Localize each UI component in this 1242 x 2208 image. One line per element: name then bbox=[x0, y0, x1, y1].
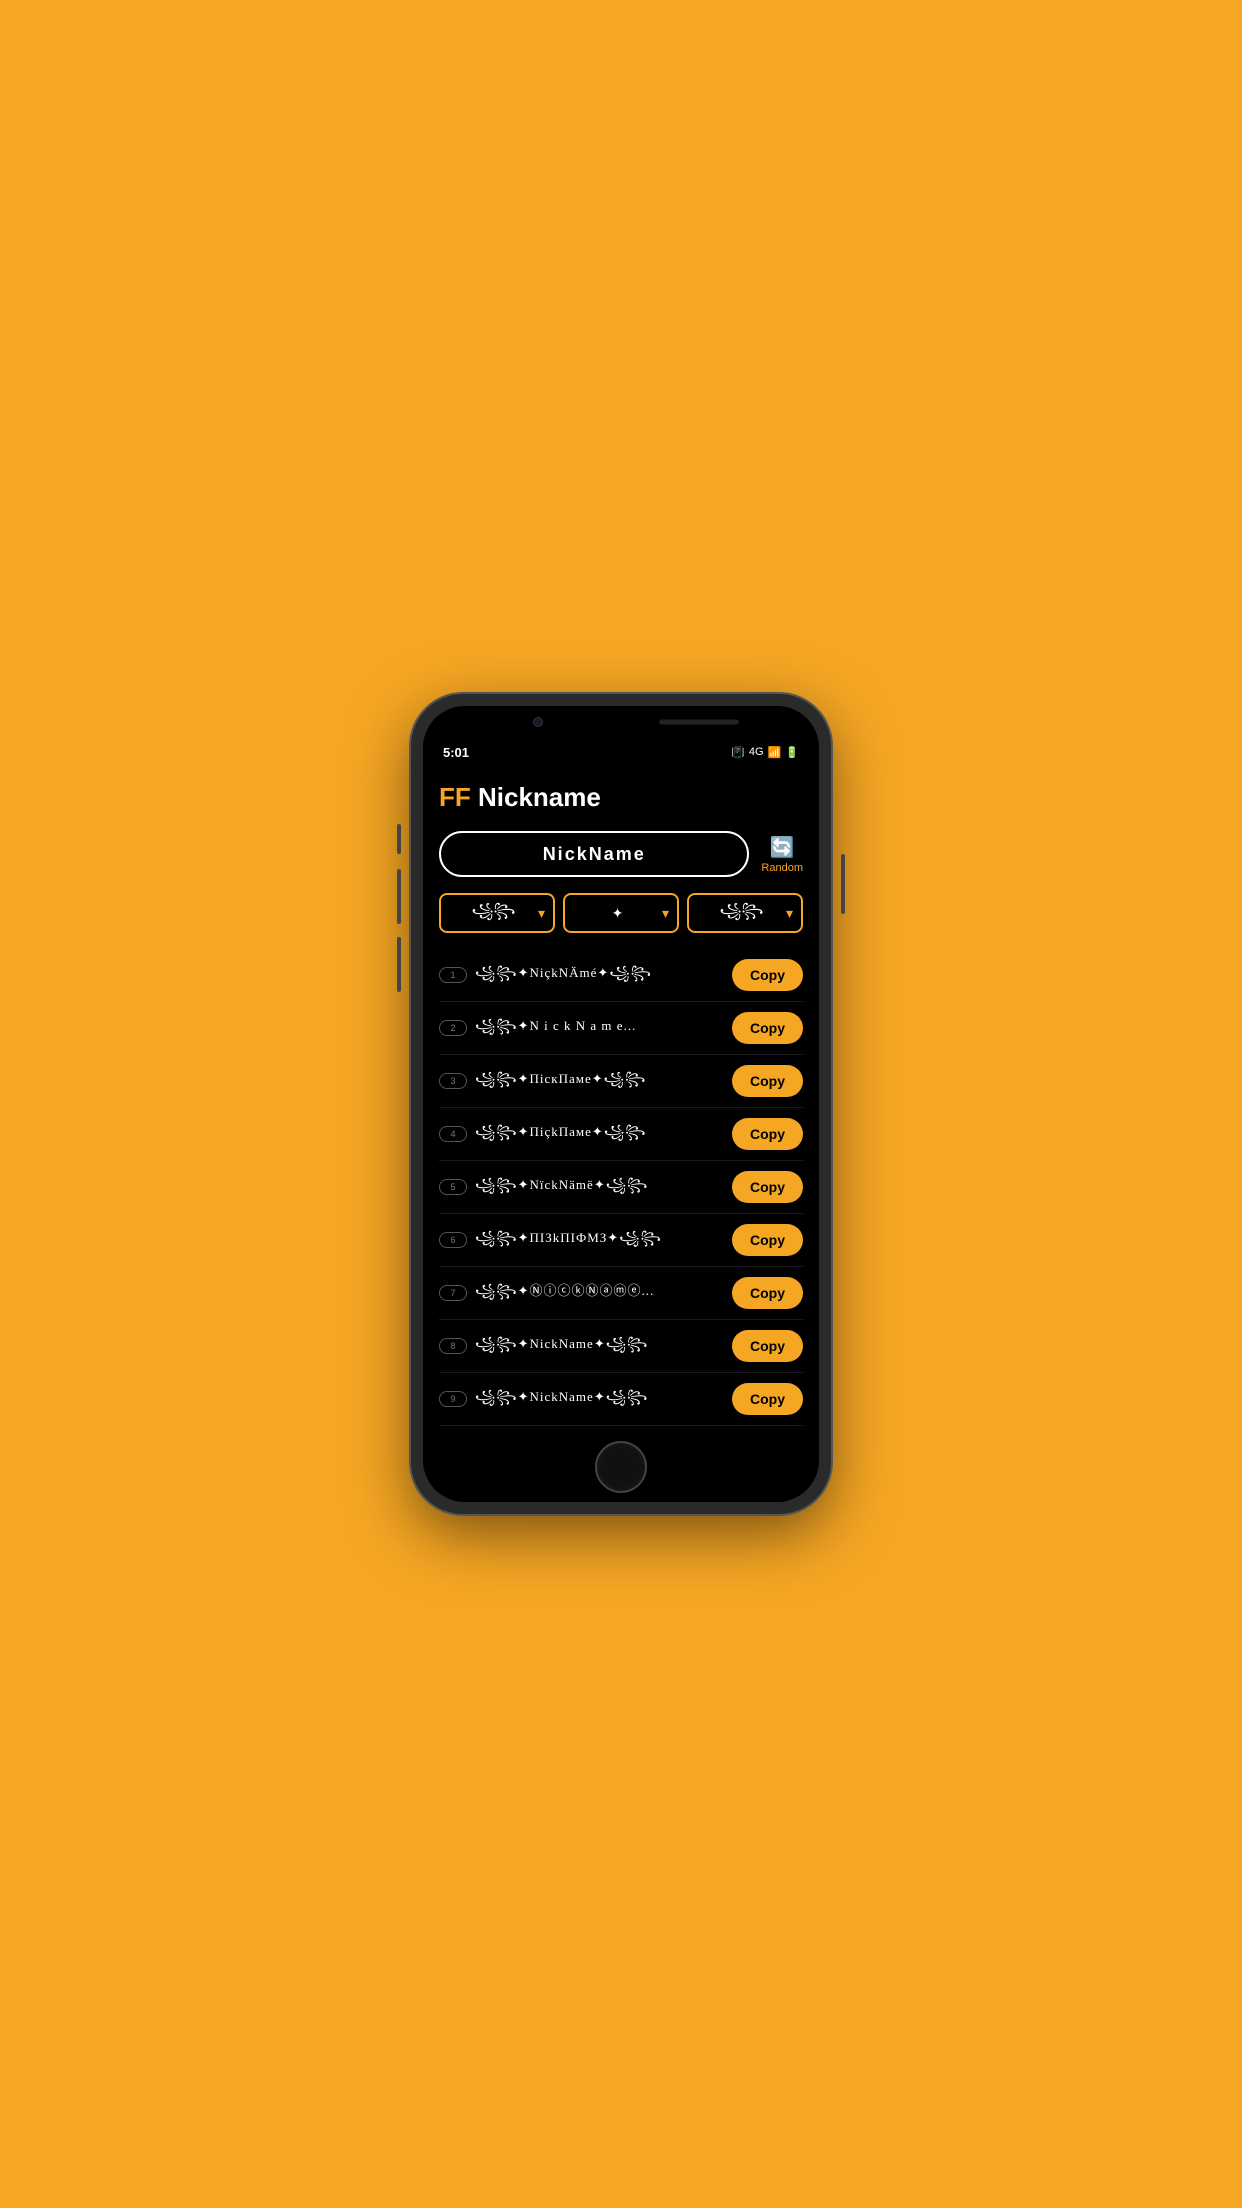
copy-button-2[interactable]: Copy bbox=[732, 1012, 803, 1044]
earpiece-speaker bbox=[659, 720, 739, 725]
list-item: 6 ꧁꧂✦ПІЗkПІФМЗ✦꧁꧂ Copy bbox=[439, 1214, 803, 1267]
filter-symbol-1: ꧁꧂ bbox=[449, 899, 538, 928]
chevron-down-icon-1: ▾ bbox=[538, 905, 545, 922]
item-number-8: 8 bbox=[439, 1338, 467, 1354]
item-text-6: ꧁꧂✦ПІЗkПІФМЗ✦꧁꧂ bbox=[475, 1227, 732, 1254]
item-left-1: 1 ꧁꧂✦NiçkNÄmé✦꧁꧂ bbox=[439, 962, 732, 989]
item-left-8: 8 ꧁꧂✦NіckName✦꧁꧂ bbox=[439, 1333, 732, 1360]
nickname-input-value: NickName bbox=[543, 844, 646, 865]
item-text-2: ꧁꧂✦N i c k N a m e... bbox=[475, 1015, 732, 1042]
list-item: 3 ꧁꧂✦ПіскПаме✦꧁꧂ Copy bbox=[439, 1055, 803, 1108]
copy-button-7[interactable]: Copy bbox=[732, 1277, 803, 1309]
random-label: Random bbox=[761, 862, 803, 874]
item-text-7: ꧁꧂✦ⓃⓘⓒⓚⓃⓐⓜⓔ... bbox=[475, 1280, 732, 1307]
filter-dropdown-3[interactable]: ꧁꧂ ▾ bbox=[687, 893, 803, 933]
copy-button-3[interactable]: Copy bbox=[732, 1065, 803, 1097]
item-left-6: 6 ꧁꧂✦ПІЗkПІФМЗ✦꧁꧂ bbox=[439, 1227, 732, 1254]
item-text-8: ꧁꧂✦NіckName✦꧁꧂ bbox=[475, 1333, 732, 1360]
network-icon: 4G bbox=[749, 746, 764, 758]
list-item: 9 ꧁꧂✦NіckName✦꧁꧂ Copy bbox=[439, 1373, 803, 1426]
mute-button bbox=[397, 824, 401, 854]
filter-symbol-2: ✦ bbox=[573, 905, 662, 922]
phone-bottom bbox=[423, 1432, 819, 1502]
front-camera bbox=[533, 717, 543, 727]
list-item: 2 ꧁꧂✦N i c k N a m e... Copy bbox=[439, 1002, 803, 1055]
app-title: FF Nickname bbox=[439, 782, 601, 813]
battery-icon: 🔋 bbox=[785, 746, 799, 759]
random-icon: 🔄 bbox=[770, 835, 795, 860]
item-number-5: 5 bbox=[439, 1179, 467, 1195]
filter-symbol-3: ꧁꧂ bbox=[697, 899, 786, 928]
list-item: 8 ꧁꧂✦NіckName✦꧁꧂ Copy bbox=[439, 1320, 803, 1373]
nickname-list: 1 ꧁꧂✦NiçkNÄmé✦꧁꧂ Copy 2 ꧁꧂✦N i c k N a m… bbox=[439, 949, 803, 1432]
copy-button-5[interactable]: Copy bbox=[732, 1171, 803, 1203]
volume-up-button bbox=[397, 869, 401, 924]
item-text-4: ꧁꧂✦ПіçkПаме✦꧁꧂ bbox=[475, 1121, 732, 1148]
item-number-4: 4 bbox=[439, 1126, 467, 1142]
app-content: FF Nickname NickName 🔄 Random ꧁꧂ ▾ bbox=[423, 766, 819, 1432]
item-text-9: ꧁꧂✦NіckName✦꧁꧂ bbox=[475, 1386, 732, 1413]
app-header: FF Nickname bbox=[439, 782, 803, 813]
power-button bbox=[841, 854, 845, 914]
status-bar: 5:01 📳 4G 📶 🔋 bbox=[423, 738, 819, 766]
item-number-7: 7 bbox=[439, 1285, 467, 1301]
copy-button-4[interactable]: Copy bbox=[732, 1118, 803, 1150]
item-number-9: 9 bbox=[439, 1391, 467, 1407]
item-left-5: 5 ꧁꧂✦NïckNämë✦꧁꧂ bbox=[439, 1174, 732, 1201]
copy-button-9[interactable]: Copy bbox=[732, 1383, 803, 1415]
item-number-6: 6 bbox=[439, 1232, 467, 1248]
chevron-down-icon-3: ▾ bbox=[786, 905, 793, 922]
list-item: 1 ꧁꧂✦NiçkNÄmé✦꧁꧂ Copy bbox=[439, 949, 803, 1002]
item-left-7: 7 ꧁꧂✦ⓃⓘⓒⓚⓃⓐⓜⓔ... bbox=[439, 1280, 732, 1307]
copy-button-8[interactable]: Copy bbox=[732, 1330, 803, 1362]
status-time: 5:01 bbox=[443, 745, 469, 760]
status-icons: 📳 4G 📶 🔋 bbox=[731, 746, 799, 759]
list-item: 7 ꧁꧂✦ⓃⓘⓒⓚⓃⓐⓜⓔ... Copy bbox=[439, 1267, 803, 1320]
phone-notch bbox=[423, 706, 819, 738]
item-left-4: 4 ꧁꧂✦ПіçkПаме✦꧁꧂ bbox=[439, 1121, 732, 1148]
volume-down-button bbox=[397, 937, 401, 992]
nickname-input-box[interactable]: NickName bbox=[439, 831, 749, 877]
vibrate-icon: 📳 bbox=[731, 746, 745, 759]
nickname-title-text: Nickname bbox=[471, 782, 601, 812]
item-left-2: 2 ꧁꧂✦N i c k N a m e... bbox=[439, 1015, 732, 1042]
filter-dropdown-1[interactable]: ꧁꧂ ▾ bbox=[439, 893, 555, 933]
item-text-3: ꧁꧂✦ПіскПаме✦꧁꧂ bbox=[475, 1068, 732, 1095]
list-item: 5 ꧁꧂✦NïckNämë✦꧁꧂ Copy bbox=[439, 1161, 803, 1214]
copy-button-6[interactable]: Copy bbox=[732, 1224, 803, 1256]
item-number-1: 1 bbox=[439, 967, 467, 983]
home-button[interactable] bbox=[595, 1441, 647, 1493]
filter-dropdown-2[interactable]: ✦ ▾ bbox=[563, 893, 679, 933]
random-button[interactable]: 🔄 Random bbox=[761, 835, 803, 874]
item-number-3: 3 bbox=[439, 1073, 467, 1089]
item-number-2: 2 bbox=[439, 1020, 467, 1036]
ff-text: FF bbox=[439, 782, 471, 812]
filter-row: ꧁꧂ ▾ ✦ ▾ ꧁꧂ ▾ bbox=[439, 893, 803, 933]
item-left-3: 3 ꧁꧂✦ПіскПаме✦꧁꧂ bbox=[439, 1068, 732, 1095]
list-item: 4 ꧁꧂✦ПіçkПаме✦꧁꧂ Copy bbox=[439, 1108, 803, 1161]
phone-screen: 5:01 📳 4G 📶 🔋 FF Nickname NickName bbox=[423, 706, 819, 1502]
item-text-5: ꧁꧂✦NïckNämë✦꧁꧂ bbox=[475, 1174, 732, 1201]
signal-icon: 📶 bbox=[768, 746, 782, 759]
phone-frame: 5:01 📳 4G 📶 🔋 FF Nickname NickName bbox=[411, 694, 831, 1514]
nickname-row: NickName 🔄 Random bbox=[439, 831, 803, 877]
item-left-9: 9 ꧁꧂✦NіckName✦꧁꧂ bbox=[439, 1386, 732, 1413]
copy-button-1[interactable]: Copy bbox=[732, 959, 803, 991]
item-text-1: ꧁꧂✦NiçkNÄmé✦꧁꧂ bbox=[475, 962, 732, 989]
chevron-down-icon-2: ▾ bbox=[662, 905, 669, 922]
